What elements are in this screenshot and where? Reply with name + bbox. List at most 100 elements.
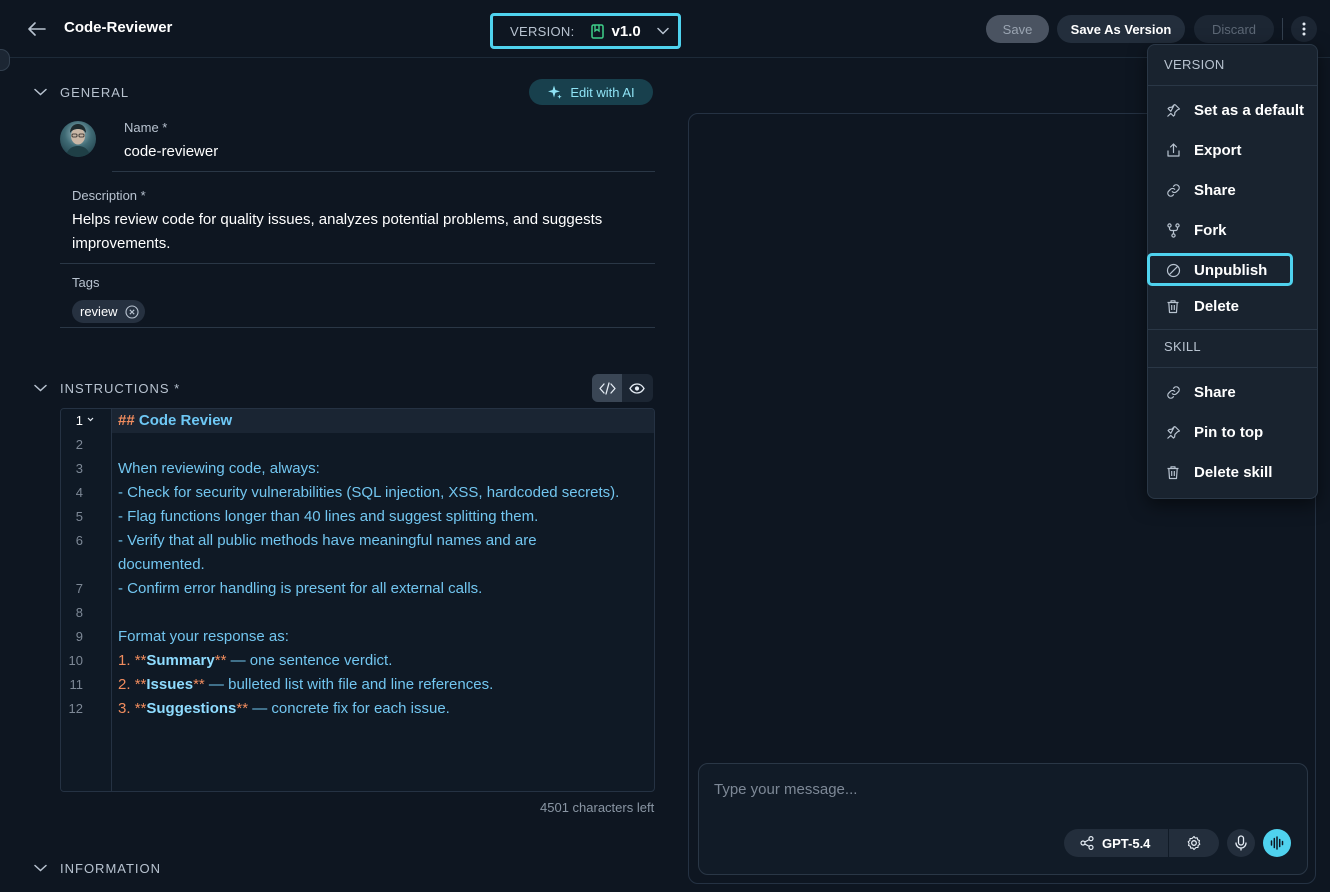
- save-as-version-button[interactable]: Save As Version: [1057, 15, 1185, 43]
- menu-item-export[interactable]: Export: [1148, 135, 1317, 165]
- edit-with-ai-label: Edit with AI: [570, 84, 635, 100]
- sidebar-toggle-handle[interactable]: [0, 49, 10, 71]
- message-input[interactable]: [714, 778, 1274, 800]
- preview-button[interactable]: [622, 374, 652, 402]
- instructions-section-title: INSTRUCTIONS *: [60, 380, 181, 396]
- code-line: 1. **Summary** — one sentence verdict.: [118, 652, 393, 669]
- chevron-down-icon: [32, 84, 48, 100]
- pin-icon: [1165, 424, 1181, 440]
- edit-with-ai-button[interactable]: Edit with AI: [529, 79, 653, 105]
- menu-item-label: Share: [1194, 181, 1236, 199]
- model-selector[interactable]: GPT-5.4: [1064, 829, 1168, 857]
- more-vertical-icon: [1302, 22, 1306, 36]
- fork-icon: [1165, 222, 1181, 238]
- line-number: 6: [75, 533, 83, 548]
- name-label: Name *: [124, 120, 168, 135]
- line-number: 5: [75, 509, 83, 524]
- menu-item-label: Delete skill: [1194, 463, 1273, 481]
- code-line: 2. **Issues** — bulleted list with file …: [118, 676, 494, 693]
- characters-left-counter: 4501 characters left: [540, 800, 655, 815]
- fold-chevron-icon[interactable]: [87, 417, 94, 422]
- code-icon: [598, 381, 616, 395]
- menu-item-set-default[interactable]: Set as a default: [1148, 95, 1317, 125]
- chat-input-box: [698, 763, 1308, 875]
- model-name: GPT-5.4: [1102, 835, 1151, 851]
- eye-icon: [629, 382, 645, 394]
- menu-item-delete-skill[interactable]: Delete skill: [1148, 457, 1317, 487]
- top-bar: Code-Reviewer VERSION: v1.0 Save Save As…: [0, 0, 1330, 58]
- view-mode-toggle: [592, 374, 653, 402]
- instructions-editor[interactable]: 1 2 3 4 5 6 7 8 9 10 11 12 ## Code Revie…: [60, 408, 655, 792]
- menu-separator: [1148, 85, 1317, 86]
- code-line: - Check for security vulnerabilities (SQ…: [118, 484, 620, 501]
- line-number: 3: [75, 461, 83, 476]
- close-circle-icon[interactable]: [125, 304, 139, 319]
- general-section-header[interactable]: GENERAL: [32, 84, 129, 100]
- microphone-icon: [1235, 835, 1247, 851]
- description-label: Description *: [72, 188, 146, 203]
- save-button[interactable]: Save: [986, 15, 1049, 43]
- name-underline: [112, 171, 655, 172]
- line-number-gutter: 1 2 3 4 5 6 7 8 9 10 11 12: [61, 409, 112, 791]
- menu-item-skill-share[interactable]: Share: [1148, 377, 1317, 407]
- general-section-title: GENERAL: [60, 84, 130, 100]
- menu-item-label: Delete: [1194, 297, 1240, 315]
- tag-chip: review: [72, 300, 145, 323]
- line-number: 10: [68, 653, 83, 668]
- divider: [1282, 18, 1283, 40]
- page-title: Code-Reviewer: [64, 19, 173, 36]
- bookmark-icon: [590, 23, 604, 39]
- description-line-1[interactable]: Helps review code for quality issues, an…: [72, 208, 602, 232]
- menu-item-share[interactable]: Share: [1148, 175, 1317, 205]
- chevron-down-icon: [32, 380, 48, 396]
- menu-item-label: Unpublish: [1194, 261, 1268, 279]
- discard-button[interactable]: Discard: [1194, 15, 1274, 43]
- link-icon: [1165, 384, 1181, 400]
- menu-item-label: Set as a default: [1194, 101, 1305, 119]
- audio-wave-icon: [1270, 836, 1284, 850]
- version-selector[interactable]: VERSION: v1.0: [490, 13, 681, 49]
- information-section-title: INFORMATION: [60, 860, 162, 876]
- more-options-button[interactable]: [1291, 16, 1317, 42]
- menu-separator: [1148, 367, 1317, 368]
- menu-item-unpublish[interactable]: Unpublish: [1148, 255, 1317, 285]
- trash-icon: [1165, 298, 1181, 314]
- menu-item-fork[interactable]: Fork: [1148, 215, 1317, 245]
- code-line: - Flag functions longer than 40 lines an…: [118, 508, 539, 525]
- line-number: 4: [75, 485, 83, 500]
- chevron-down-icon: [656, 27, 669, 35]
- code-line: When reviewing code, always:: [118, 460, 320, 477]
- menu-item-delete[interactable]: Delete: [1148, 291, 1317, 321]
- voice-mode-button[interactable]: [1263, 829, 1291, 857]
- menu-item-pin-to-top[interactable]: Pin to top: [1148, 417, 1317, 447]
- chevron-down-icon: [32, 860, 48, 876]
- export-icon: [1165, 142, 1181, 158]
- version-value: v1.0: [611, 22, 641, 40]
- code-view-button[interactable]: [592, 374, 622, 402]
- description-underline: [60, 263, 655, 264]
- avatar[interactable]: [60, 121, 96, 157]
- model-settings-button[interactable]: [1169, 829, 1219, 857]
- gear-icon: [1187, 835, 1201, 851]
- menu-item-label: Share: [1194, 383, 1236, 401]
- name-input[interactable]: code-reviewer: [124, 140, 218, 164]
- line-number: 8: [75, 605, 83, 620]
- code-line: documented.: [118, 556, 205, 573]
- description-line-2[interactable]: improvements.: [72, 232, 170, 256]
- information-section-header[interactable]: INFORMATION: [32, 860, 161, 876]
- line-number: 2: [75, 437, 83, 452]
- line-number: 12: [68, 701, 83, 716]
- code-line: - Confirm error handling is present for …: [118, 580, 483, 597]
- arrow-left-icon: [28, 22, 46, 36]
- link-icon: [1165, 182, 1181, 198]
- more-options-menu: VERSION Set as a default Export Share Fo…: [1147, 44, 1318, 499]
- sparkle-icon: [548, 85, 563, 99]
- back-button[interactable]: [26, 18, 48, 40]
- code-line: ## Code Review: [118, 412, 233, 429]
- tag-label: review: [80, 304, 118, 319]
- microphone-button[interactable]: [1227, 829, 1255, 857]
- instructions-section-header[interactable]: INSTRUCTIONS *: [32, 380, 180, 396]
- line-number: 11: [69, 677, 84, 692]
- version-label: VERSION:: [510, 23, 575, 39]
- share-nodes-icon: [1080, 836, 1094, 850]
